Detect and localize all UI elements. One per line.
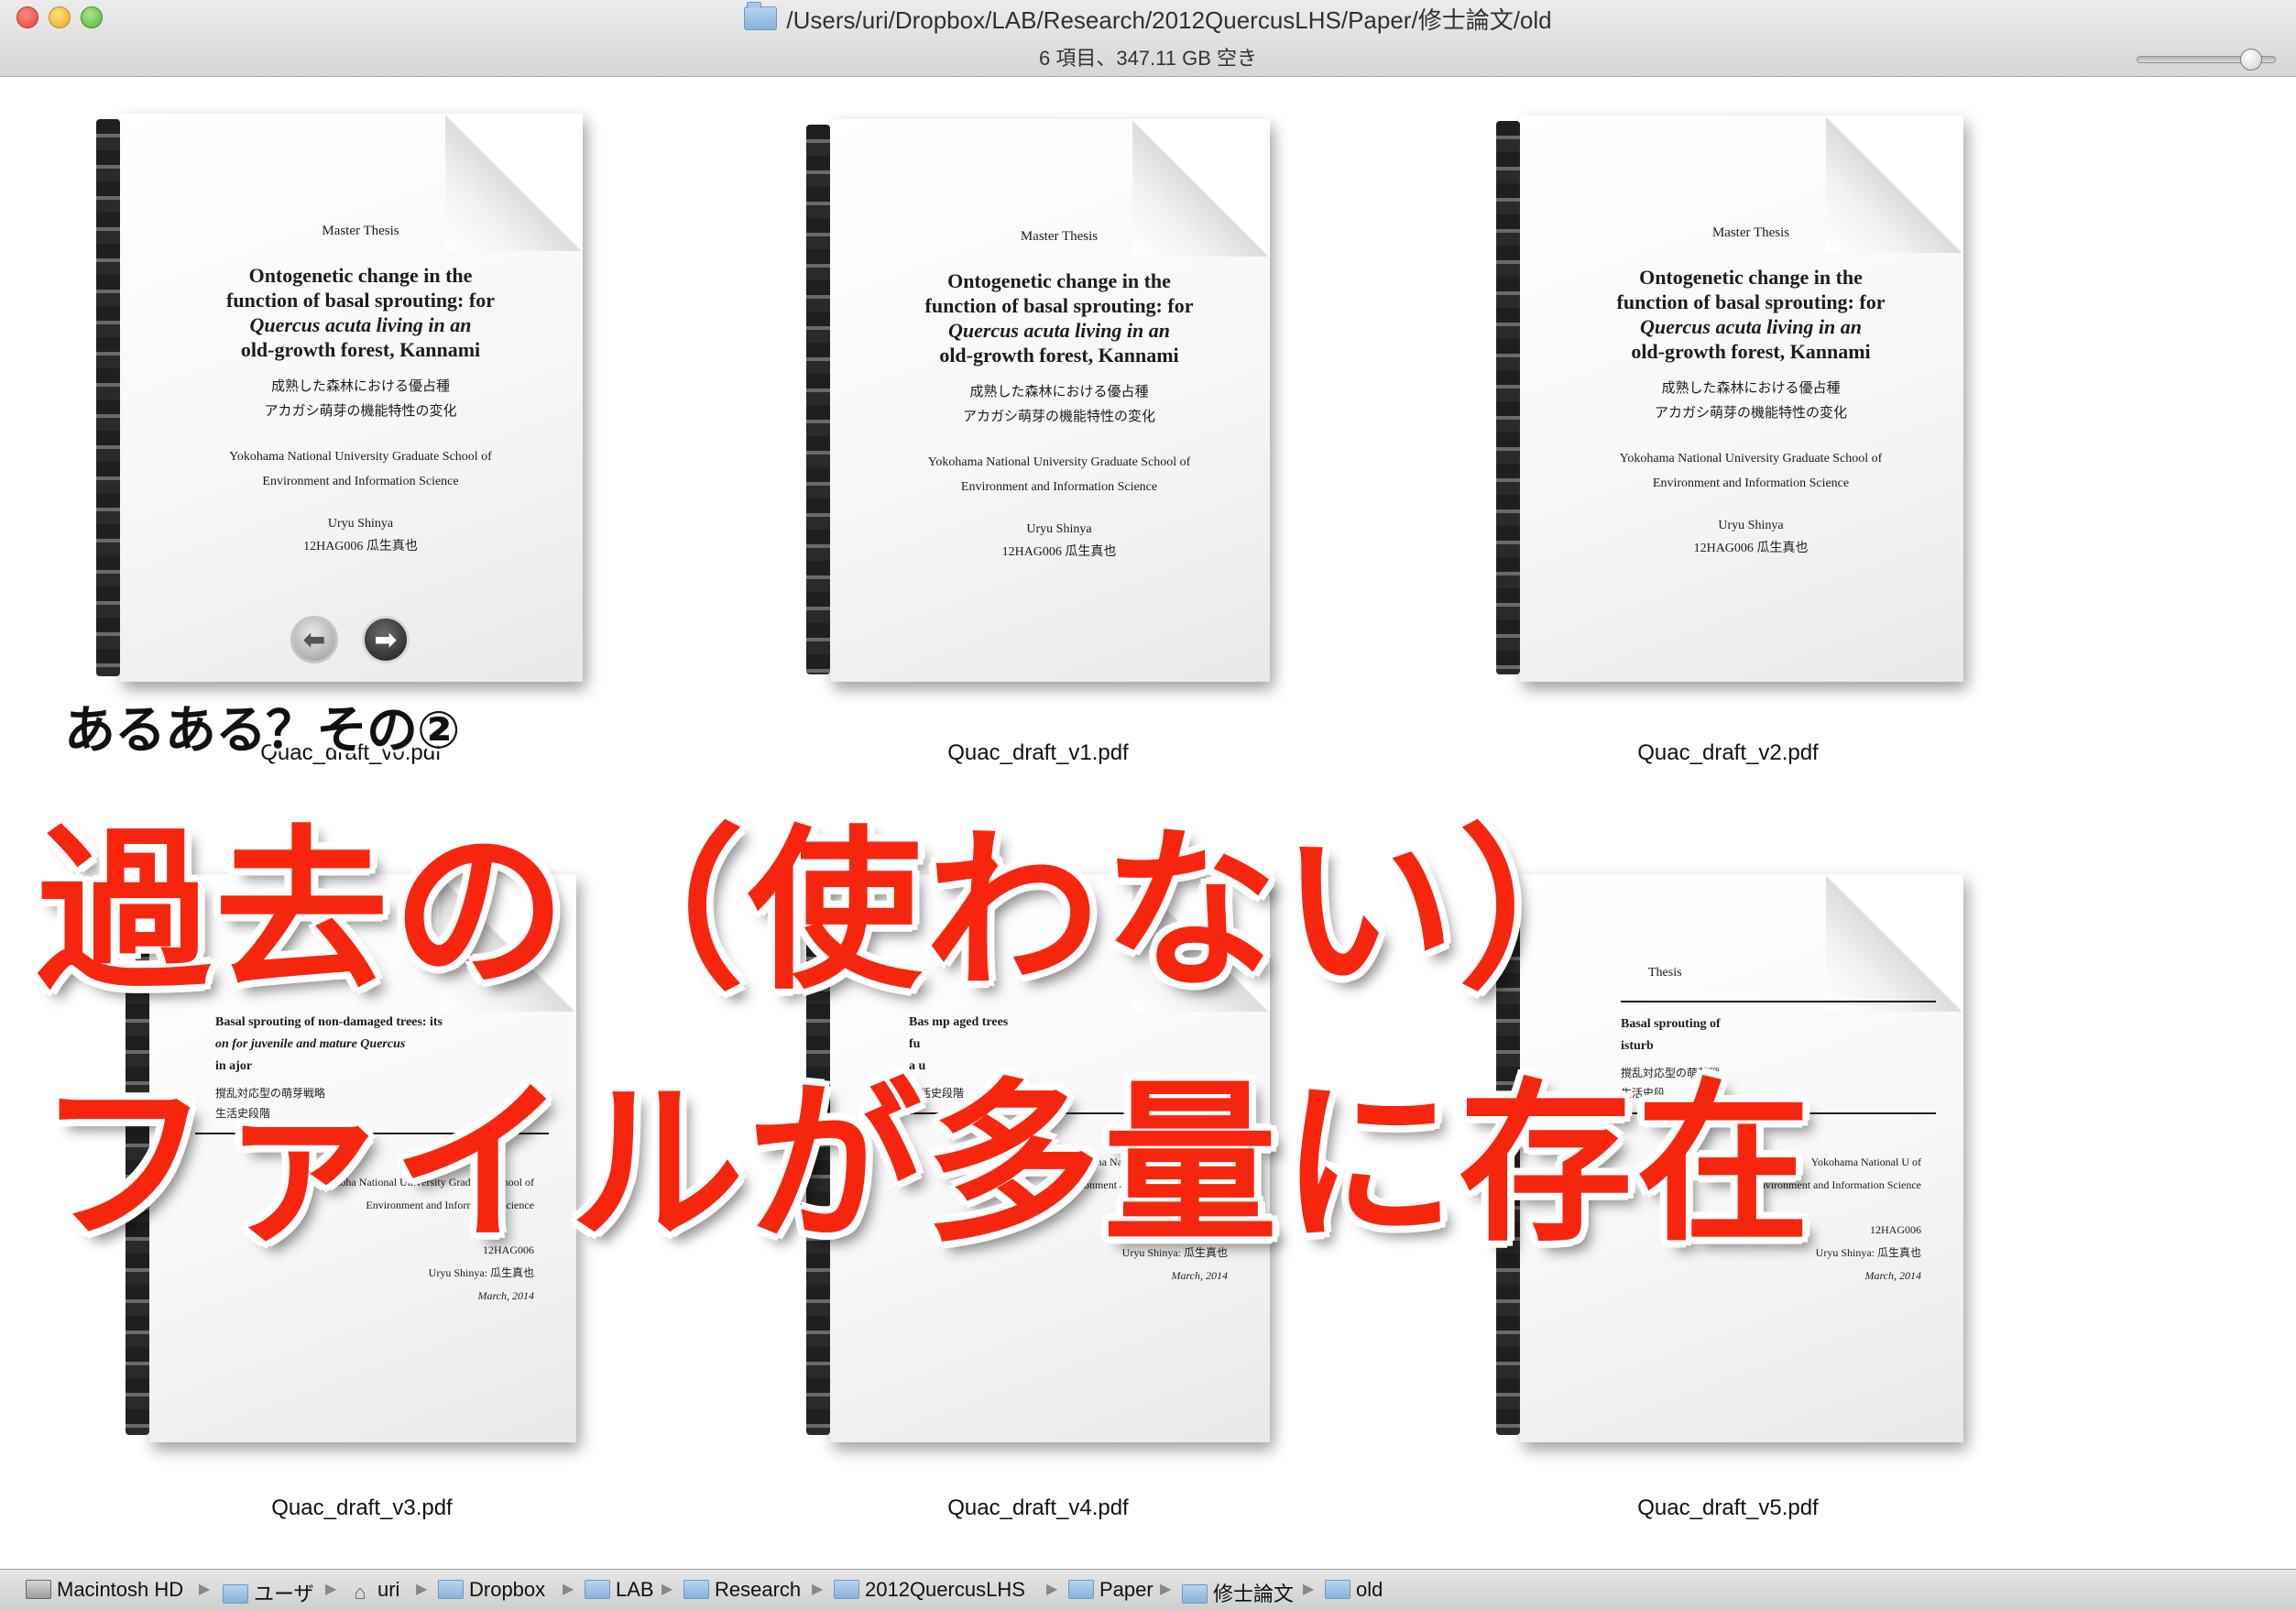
file-name[interactable]: Quac_draft_v2.pdf — [1499, 740, 1957, 766]
path-item-users[interactable]: ユーザ — [223, 1578, 314, 1607]
folder-icon — [1325, 1580, 1350, 1599]
path-separator: ▶ — [1160, 1582, 1172, 1597]
path-item-thesis[interactable]: 修士論文 — [1182, 1578, 1294, 1607]
file-name[interactable]: Quac_draft_v1.pdf — [809, 740, 1267, 766]
folder-icon — [585, 1580, 610, 1599]
title-bar: /Users/uri/Dropbox/LAB/Research/2012Quer… — [0, 0, 2296, 77]
status-bar-text: 6 項目、347.11 GB 空き — [1038, 47, 1257, 70]
path-item-lab[interactable]: LAB — [585, 1578, 654, 1602]
headline-line-1: 過去の（使わない） — [37, 810, 1637, 1013]
pdf-thumbnail: Master Thesis Ontogenetic change in the f… — [120, 114, 583, 682]
arrow-left-icon[interactable]: ⬅ — [290, 616, 338, 663]
doc-author: Uryu Shinya 12HAG006 瓜生真也 — [303, 517, 418, 553]
path-item-old[interactable]: old — [1325, 1578, 1383, 1602]
path-separator: ▶ — [416, 1582, 428, 1597]
path-separator: ▶ — [1046, 1582, 1058, 1597]
doc-label: Master Thesis — [322, 224, 399, 238]
window-title: /Users/uri/Dropbox/LAB/Research/2012Quer… — [0, 0, 2296, 40]
slider-knob[interactable] — [2240, 49, 2262, 71]
binding-spine — [1496, 121, 1520, 674]
doc-title: Ontogenetic change in the function of bas… — [226, 264, 495, 361]
binding-spine — [806, 125, 830, 674]
path-separator: ▶ — [812, 1582, 824, 1597]
path-separator: ▶ — [325, 1582, 337, 1597]
dropbox-folder-icon — [438, 1580, 464, 1599]
folder-icon — [1068, 1580, 1094, 1599]
folder-icon — [1182, 1584, 1208, 1604]
file-name[interactable]: Quac_draft_v3.pdf — [133, 1495, 591, 1521]
home-icon: ⌂ — [354, 1581, 366, 1604]
path-item-dropbox[interactable]: Dropbox — [438, 1578, 545, 1602]
path-item-research[interactable]: Research — [683, 1578, 801, 1602]
file-name[interactable]: Quac_draft_v5.pdf — [1499, 1495, 1957, 1521]
path-separator: ▶ — [199, 1582, 211, 1597]
doc-jp-title: 成熟した森林における優占種 アカガシ萌芽の機能特性の変化 — [264, 379, 457, 419]
path-separator: ▶ — [661, 1582, 673, 1597]
folder-icon — [683, 1580, 709, 1599]
path-item-macintosh-hd[interactable]: Macintosh HD — [26, 1578, 183, 1602]
path-bar: Macintosh HD ▶ ユーザ ▶ ⌂ uri ▶ Dropbox ▶ LA… — [0, 1569, 2296, 1610]
folder-icon — [744, 2, 778, 30]
window-title-text: /Users/uri/Dropbox/LAB/Research/2012Quer… — [786, 6, 1552, 34]
folder-icon — [223, 1584, 248, 1604]
path-item-uri[interactable]: ⌂ uri — [348, 1578, 399, 1604]
path-separator: ▶ — [563, 1582, 574, 1597]
caption-subtitle: あるある？その② — [64, 701, 460, 761]
doc-institution: Yokohama National University Graduate Sc… — [229, 450, 492, 488]
icon-size-slider[interactable] — [2137, 49, 2276, 71]
path-item-2012quercuslhs[interactable]: 2012QuercusLHS — [834, 1578, 1025, 1602]
headline-line-2: ファイルが多量に存在 — [37, 1063, 1815, 1265]
path-item-paper[interactable]: Paper — [1068, 1578, 1153, 1602]
folder-icon — [834, 1580, 859, 1599]
file-name[interactable]: Quac_draft_v4.pdf — [809, 1495, 1267, 1521]
pdf-thumbnail: Master Thesis Ontogenetic change in the f… — [830, 119, 1270, 682]
binding-spine — [96, 119, 120, 676]
pdf-thumbnail: Master Thesis Ontogenetic change in the f… — [1520, 115, 1963, 682]
hard-drive-icon — [26, 1580, 51, 1599]
path-separator: ▶ — [1303, 1582, 1315, 1597]
arrow-right-icon[interactable]: ➡ — [362, 616, 410, 663]
